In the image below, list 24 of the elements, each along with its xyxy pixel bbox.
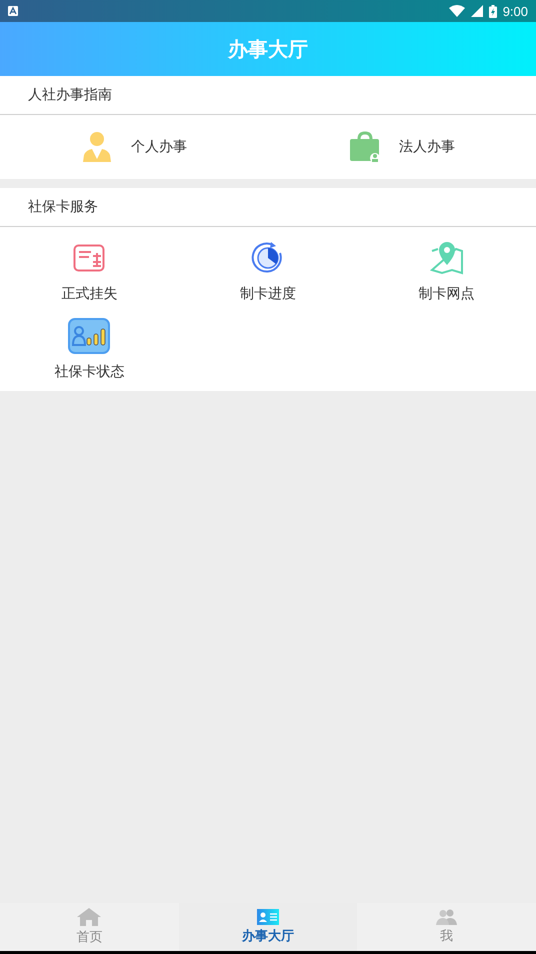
service-item[interactable]: 正式挂失 bbox=[0, 239, 179, 303]
service-item[interactable]: 个人办事 bbox=[0, 115, 268, 179]
home-icon bbox=[77, 908, 102, 926]
service-item[interactable]: 制卡网点 bbox=[357, 239, 536, 303]
progress-icon bbox=[250, 241, 285, 275]
service-item[interactable]: 制卡进度 bbox=[178, 239, 358, 303]
people-icon bbox=[436, 909, 458, 925]
nav-tab[interactable]: 办事大厅 bbox=[178, 903, 358, 951]
wifi-icon bbox=[448, 5, 465, 17]
header-title: 办事大厅 bbox=[228, 36, 308, 62]
service-item[interactable]: 社保卡状态 bbox=[0, 317, 179, 381]
service-item[interactable]: 法人办事 bbox=[268, 115, 536, 179]
signal-icon bbox=[470, 5, 483, 17]
map-pin-icon bbox=[430, 241, 464, 275]
id-card-icon bbox=[257, 909, 279, 925]
card-icon bbox=[73, 244, 106, 272]
card-status-icon bbox=[68, 318, 110, 354]
notification-icon bbox=[8, 6, 18, 16]
battery-icon bbox=[488, 4, 497, 18]
section-title: 社保卡服务 bbox=[28, 198, 98, 216]
person-icon bbox=[81, 131, 113, 163]
briefcase-icon bbox=[349, 131, 381, 163]
status-time: 9:00 bbox=[502, 4, 528, 18]
section-title: 人社办事指南 bbox=[28, 86, 112, 104]
